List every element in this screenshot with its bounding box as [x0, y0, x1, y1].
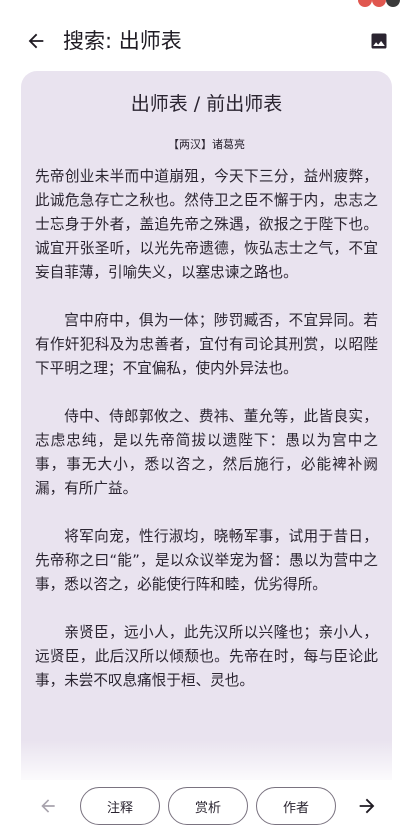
page-title: 搜索: 出师表	[63, 29, 182, 53]
poem-paragraph: 亲贤臣，远小人，此先汉所以兴隆也；亲小人，远贤臣，此后汉所以倾颓也。先帝在时，每…	[35, 624, 378, 689]
author-button[interactable]: 作者	[256, 787, 336, 825]
poem-paragraph: 宫中府中，俱为一体；陟罚臧否，不宜异同。若有作奸犯科及为忠善者，宜付有司论其刑赏…	[35, 312, 378, 377]
poem-author: 【两汉】诸葛亮	[168, 138, 245, 151]
image-icon	[371, 33, 387, 49]
poem-card: 出师表 / 前出师表 【两汉】诸葛亮 先帝创业未半而中道崩殂，今天下三分，益州疲…	[21, 71, 392, 780]
status-bar	[0, 0, 411, 16]
arrow-right-icon	[359, 798, 375, 814]
poem-paragraph: 将军向宠，性行淑均，晓畅军事，试用于昔日，先帝称之曰“能”，是以众议举宠为督：愚…	[35, 528, 378, 593]
poem-body: 先帝创业未半而中道崩殂，今天下三分，益州疲弊，此诚危急存亡之秋也。然侍卫之臣不懈…	[35, 165, 378, 693]
status-dot-icon	[358, 0, 372, 7]
bottom-bar: 注释 赏析 作者	[0, 780, 411, 833]
status-dot-icon	[386, 0, 400, 7]
poem-title: 出师表 / 前出师表	[130, 93, 283, 115]
annotation-button[interactable]: 注释	[80, 787, 160, 825]
image-button[interactable]	[366, 28, 392, 54]
next-button[interactable]	[353, 792, 381, 820]
appreciation-button[interactable]: 赏析	[168, 787, 248, 825]
arrow-left-icon	[41, 799, 55, 813]
arrow-left-icon	[28, 33, 44, 49]
prev-button[interactable]	[34, 792, 62, 820]
poem-paragraph: 先帝创业未半而中道崩殂，今天下三分，益州疲弊，此诚危急存亡之秋也。然侍卫之臣不懈…	[35, 168, 378, 281]
content-scroll-area[interactable]: 出师表 / 前出师表 【两汉】诸葛亮 先帝创业未半而中道崩殂，今天下三分，益州疲…	[21, 71, 392, 780]
poem-paragraph: 侍中、侍郎郭攸之、费祎、董允等，此皆良实，志虑忠纯，是以先帝简拔以遗陛下：愚以为…	[35, 408, 378, 497]
status-dot-icon	[372, 0, 386, 7]
app-bar: 搜索: 出师表	[0, 16, 411, 66]
back-button[interactable]	[20, 25, 52, 57]
